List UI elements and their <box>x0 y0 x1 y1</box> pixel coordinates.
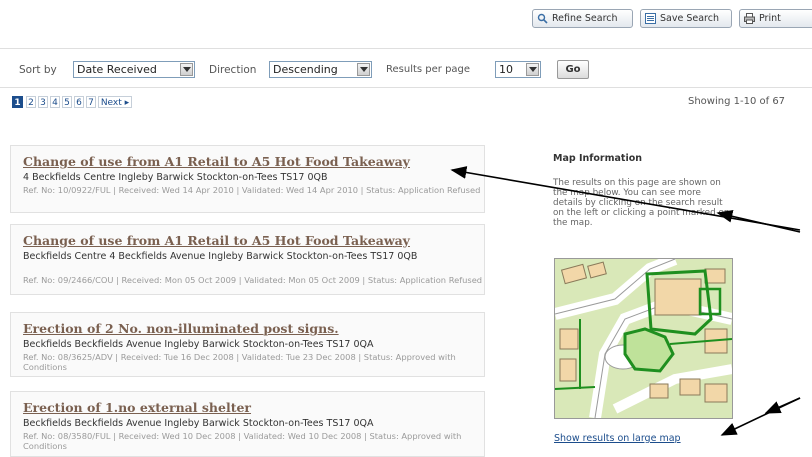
annotation-arrow <box>720 397 801 436</box>
annotation-arrow <box>716 210 801 233</box>
annotation-arrows <box>450 166 801 436</box>
annotation-arrow <box>450 166 801 231</box>
